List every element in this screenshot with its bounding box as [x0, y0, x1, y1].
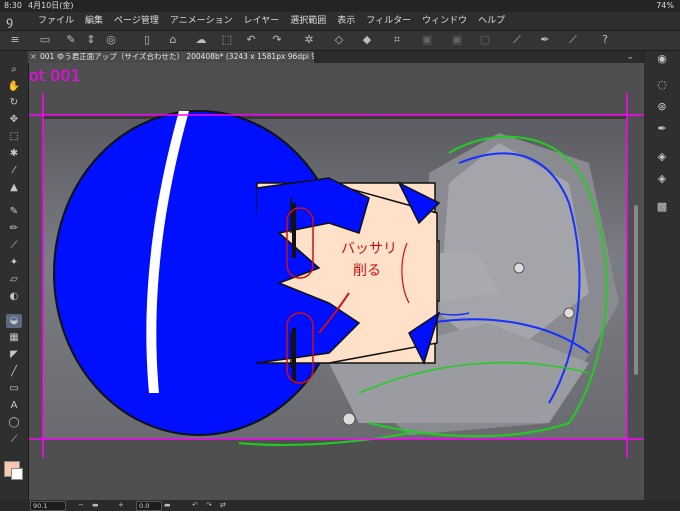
- eyedropper-icon[interactable]: ⁄: [6, 164, 22, 178]
- menu-items: ファイル 編集 ページ管理 アニメーション レイヤー 選択範囲 表示 フィルター ウィンドウ ヘル…: [38, 12, 505, 30]
- open-folder-icon[interactable]: ⌂: [166, 33, 180, 47]
- app-logo-icon[interactable]: ꝯ: [6, 14, 20, 28]
- text-tool-icon[interactable]: A: [6, 399, 22, 413]
- rotate-left-icon[interactable]: ↶: [192, 500, 198, 510]
- layer-icon[interactable]: ◈: [654, 149, 670, 165]
- pencil-tool-icon[interactable]: ✏: [6, 222, 22, 236]
- airbrush-icon[interactable]: ✦: [6, 256, 22, 270]
- eraser-icon[interactable]: ▱: [6, 273, 22, 287]
- redo-icon[interactable]: ↷: [270, 33, 284, 47]
- invert-icon[interactable]: ▣: [450, 33, 464, 47]
- rotate-slider-icon[interactable]: ▬: [164, 500, 171, 510]
- menu-item[interactable]: ウィンドウ: [422, 12, 467, 30]
- hand-tool-icon[interactable]: ✋: [6, 80, 22, 94]
- rotate-tool-icon[interactable]: ↻: [6, 96, 22, 110]
- brush-icon[interactable]: ✎: [64, 33, 78, 47]
- zoom-out-icon[interactable]: −: [78, 500, 84, 510]
- command-bar: ≡ ▭ ✎ ⇕ ◎ ▯ ⌂ ☁ ⬚ ↶ ↷ ✲ ◇ ◆ ⌗ ▣ ▣ ▢ ⟋ ✒ …: [0, 31, 680, 51]
- tool-property-icon[interactable]: ✒: [654, 121, 670, 137]
- document-tab-title: 001 ゆう君正面アップ（サイズ合わせた） 200408b* (3243 x 1…: [40, 52, 314, 61]
- move-tool-icon[interactable]: ✥: [6, 113, 22, 127]
- transform-icon[interactable]: ⌗: [390, 33, 404, 47]
- status-date: 4月10日(金): [28, 1, 74, 10]
- annotation-text-2: 削る: [353, 263, 381, 279]
- menu-item[interactable]: 選択範囲: [290, 12, 326, 30]
- menu-item[interactable]: ページ管理: [114, 12, 159, 30]
- shot-label: ot 001: [29, 66, 81, 85]
- menu-item[interactable]: ファイル: [38, 12, 74, 30]
- balloon-icon[interactable]: ◯: [6, 416, 22, 430]
- vertical-scrollbar[interactable]: [634, 205, 638, 375]
- menu-bar: ꝯ ファイル 編集 ページ管理 アニメーション レイヤー 選択範囲 表示 フィルター ウィンドウ…: [0, 12, 680, 31]
- help-icon[interactable]: ?: [598, 33, 612, 47]
- rotate-right-icon[interactable]: ↷: [206, 500, 212, 510]
- tab-close-icon[interactable]: ×: [30, 51, 37, 63]
- artwork-svg: ot 001 バッサリ 削る: [29, 63, 644, 501]
- canvas-area[interactable]: ot 001 バッサリ 削る: [29, 63, 644, 501]
- pen-tool-icon[interactable]: ✎: [6, 205, 22, 219]
- fill-tool-icon[interactable]: ◒: [6, 314, 22, 328]
- status-time: 8:30: [4, 1, 22, 10]
- material-icon[interactable]: ▩: [654, 199, 670, 215]
- right-palette-dock: ◉ ◌ ⊛ ✒ ◈ ◈ ▩: [643, 51, 680, 501]
- layer-property-icon[interactable]: ◈: [654, 171, 670, 187]
- fill2-icon[interactable]: ◆: [360, 33, 374, 47]
- deselect-icon[interactable]: ▣: [420, 33, 434, 47]
- zoom-tool-icon[interactable]: ⌕: [6, 63, 22, 77]
- select-tool-icon[interactable]: ⬚: [6, 130, 22, 144]
- sub-color-swatch[interactable]: [11, 468, 23, 480]
- menu-item[interactable]: フィルター: [366, 12, 411, 30]
- navigator-icon[interactable]: ◌: [654, 77, 670, 93]
- gradient-icon[interactable]: ▦: [6, 331, 22, 345]
- save-icon[interactable]: ⬚: [220, 33, 234, 47]
- figure-icon[interactable]: ▭: [6, 382, 22, 396]
- clip-icon[interactable]: ▢: [478, 33, 492, 47]
- undo-icon[interactable]: ↶: [244, 33, 258, 47]
- ruler2-icon[interactable]: ⟋: [566, 33, 580, 47]
- zoom-in-icon[interactable]: +: [118, 500, 124, 510]
- menu-item[interactable]: 編集: [85, 12, 103, 30]
- fill-icon[interactable]: ◇: [332, 33, 346, 47]
- chevron-down-icon[interactable]: ⌄: [626, 51, 634, 63]
- menu-item[interactable]: レイヤー: [244, 12, 280, 30]
- ruler-icon[interactable]: ⟋: [510, 33, 524, 47]
- flip-icon[interactable]: ⇄: [220, 500, 226, 510]
- annotation-text-1: バッサリ: [341, 241, 397, 257]
- document-tab[interactable]: 001 ゆう君正面アップ（サイズ合わせた） 200408b* (3243 x 1…: [28, 51, 314, 63]
- tool-palette: ⌕ ✋ ↻ ✥ ⬚ ✱ ⁄ ▲ ✎ ✏ ⟋ ✦ ▱ ◐ ◒ ▦ ◤ ╱ ▭ A …: [0, 51, 29, 501]
- brush-size-icon[interactable]: ⊛: [654, 99, 670, 115]
- line-tool-icon[interactable]: ╱: [6, 365, 22, 379]
- page-icon[interactable]: ▯: [140, 33, 154, 47]
- menu-item[interactable]: 表示: [337, 12, 355, 30]
- new-icon[interactable]: ▭: [38, 33, 52, 47]
- status-battery: 74%: [656, 1, 674, 10]
- blend-icon[interactable]: ◐: [6, 290, 22, 304]
- pen-icon[interactable]: ✒: [538, 33, 552, 47]
- brush-tool-icon[interactable]: ⟋: [6, 239, 22, 253]
- menu-item[interactable]: ヘルプ: [478, 12, 505, 30]
- frame-icon[interactable]: ◤: [6, 348, 22, 362]
- cloud-icon[interactable]: ☁: [194, 33, 208, 47]
- loading-icon[interactable]: ✲: [302, 33, 316, 47]
- status-bar: 90.1 − ▬ + 0.0 ▬ ↶ ↷ ⇄: [0, 500, 680, 511]
- eraser-fill-icon[interactable]: ▲: [6, 181, 22, 195]
- settings-icon[interactable]: ◉: [654, 51, 670, 67]
- menu-icon[interactable]: ≡: [8, 33, 22, 47]
- updown-icon[interactable]: ⇕: [84, 33, 98, 47]
- magic-wand-icon[interactable]: ✱: [6, 147, 22, 161]
- stamp-icon[interactable]: ◎: [104, 33, 118, 47]
- zoom-slider-icon[interactable]: ▬: [92, 500, 99, 510]
- menu-item[interactable]: アニメーション: [170, 12, 233, 30]
- ios-status-bar: 8:30 4月10日(金) 74%: [0, 0, 680, 12]
- correction-icon[interactable]: ⟋: [6, 433, 22, 447]
